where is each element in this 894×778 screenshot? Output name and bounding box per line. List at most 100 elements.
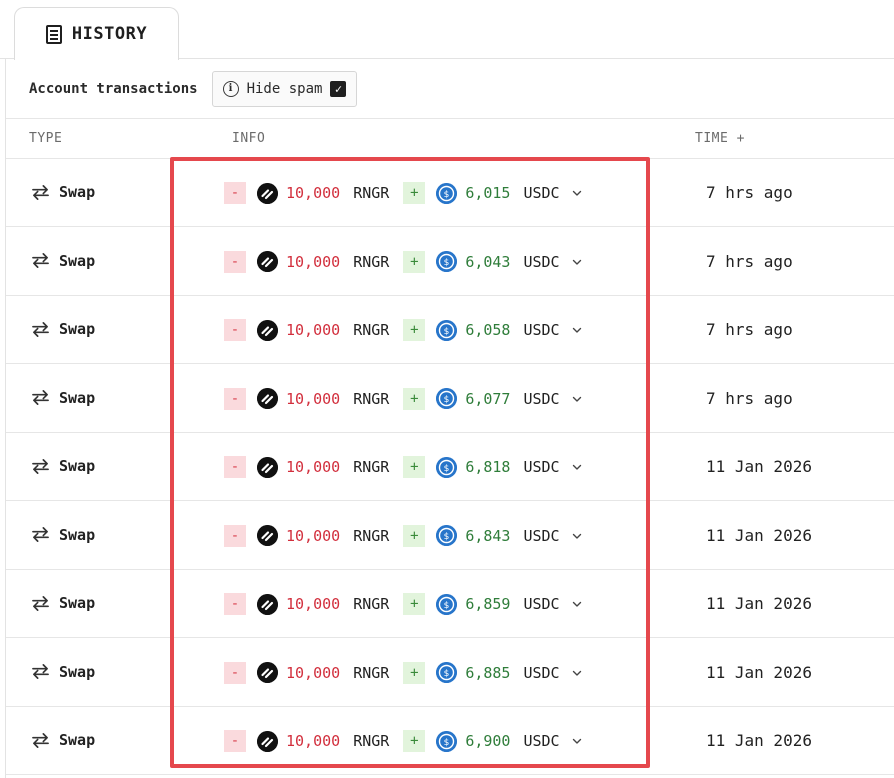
chevron-down-icon[interactable]: [572, 736, 582, 746]
usdc-token-icon: $: [436, 662, 458, 683]
received-amount: 6,015: [465, 184, 511, 202]
received-amount: 6,043: [465, 252, 511, 271]
svg-text:$: $: [444, 258, 450, 268]
sent-amount: 10,000: [286, 321, 341, 339]
received-sign-badge: +: [403, 319, 426, 341]
received-sign-badge: +: [403, 250, 426, 273]
info-cell: - 10,000 RNGR + $ 6,900 USDC: [224, 729, 582, 753]
type-label: Swap: [59, 251, 96, 270]
rngr-token-icon: [257, 251, 278, 272]
type-label: Swap: [59, 731, 96, 749]
received-amount: 6,859: [465, 595, 511, 613]
svg-text:$: $: [444, 601, 450, 611]
rngr-token-icon: [257, 388, 278, 409]
type-label: Swap: [59, 525, 96, 544]
chevron-down-icon[interactable]: [572, 668, 582, 678]
chevron-down-icon[interactable]: [572, 257, 582, 267]
sent-sign-badge: -: [224, 456, 246, 478]
rngr-token-icon: [257, 319, 278, 341]
filter-label: Account transactions: [29, 80, 198, 97]
time-cell: 7 hrs ago: [706, 251, 793, 271]
info-cell: - 10,000 RNGR + $ 6,077 USDC: [224, 387, 582, 411]
rngr-token-icon: [257, 662, 278, 683]
info-icon: i: [222, 80, 239, 97]
history-panel: Account transactions i Hide spam ✓ TYPE …: [5, 59, 894, 778]
rngr-token-icon: [257, 456, 278, 478]
hide-spam-label: Hide spam: [246, 80, 323, 97]
received-token: USDC: [523, 389, 560, 408]
sent-token: RNGR: [353, 321, 390, 339]
swap-icon: [32, 664, 49, 679]
chevron-down-icon[interactable]: [572, 462, 582, 472]
time-cell: 11 Jan 2026: [706, 731, 812, 750]
chevron-down-icon[interactable]: [572, 188, 582, 198]
type-label: Swap: [59, 388, 96, 407]
sent-token: RNGR: [353, 526, 390, 545]
sent-token: RNGR: [353, 663, 390, 682]
usdc-token-icon: $: [436, 456, 458, 478]
svg-text:$: $: [444, 738, 450, 748]
chevron-down-icon[interactable]: [572, 394, 582, 404]
rngr-token-icon: [257, 730, 278, 752]
svg-text:$: $: [444, 395, 450, 405]
time-cell: 11 Jan 2026: [706, 594, 812, 613]
hide-spam-checkbox[interactable]: ✓: [330, 80, 347, 97]
tab-history[interactable]: HISTORY: [14, 7, 179, 60]
received-amount: 6,900: [465, 732, 511, 750]
rngr-token-icon: [257, 525, 278, 546]
sent-amount: 10,000: [286, 184, 341, 202]
svg-text:$: $: [444, 669, 450, 679]
type-label: Swap: [59, 183, 96, 201]
sent-sign-badge: -: [224, 524, 246, 547]
table-row[interactable]: Swap - 10,000 RNGR + $ 6,077 USDC 7 hrs …: [6, 365, 894, 433]
time-cell: 11 Jan 2026: [706, 457, 812, 476]
received-sign-badge: +: [403, 182, 426, 204]
table-row[interactable]: Swap - 10,000 RNGR + $ 6,885 USDC 11 Jan…: [6, 639, 894, 707]
time-cell: 7 hrs ago: [706, 320, 793, 339]
type-cell: Swap: [31, 731, 95, 749]
table-row[interactable]: Swap - 10,000 RNGR + $ 6,058 USDC 7 hrs …: [6, 296, 894, 364]
sent-sign-badge: -: [224, 593, 246, 615]
swap-icon: [32, 595, 49, 611]
chevron-down-icon[interactable]: [572, 325, 582, 335]
type-cell: Swap: [31, 663, 95, 681]
info-cell: - 10,000 RNGR + $ 6,015 USDC: [224, 181, 582, 205]
usdc-token-icon: $: [436, 525, 458, 546]
type-cell: Swap: [31, 457, 95, 475]
chevron-down-icon[interactable]: [572, 531, 582, 541]
sent-amount: 10,000: [286, 458, 341, 476]
hide-spam-toggle[interactable]: i Hide spam ✓: [211, 70, 358, 107]
table-row[interactable]: Swap - 10,000 RNGR + $ 6,015 USDC 7 hrs …: [6, 159, 894, 227]
table-row[interactable]: Swap - 10,000 RNGR + $ 6,818 USDC 11 Jan…: [6, 433, 894, 501]
sent-token: RNGR: [353, 732, 390, 750]
chevron-down-icon[interactable]: [572, 599, 582, 609]
swap-icon: [32, 458, 49, 474]
usdc-token-icon: $: [436, 593, 458, 615]
column-time[interactable]: TIME +: [695, 131, 745, 146]
rngr-token-icon: [257, 593, 278, 615]
tab-bar: HISTORY: [0, 0, 894, 60]
type-label: Swap: [59, 662, 96, 681]
table-row[interactable]: Swap - 10,000 RNGR + $ 6,843 USDC 11 Jan…: [6, 502, 894, 570]
type-cell: Swap: [31, 389, 95, 407]
filter-bar: Account transactions i Hide spam ✓: [6, 59, 894, 119]
sent-sign-badge: -: [224, 661, 246, 684]
type-cell: Swap: [31, 252, 95, 270]
info-cell: - 10,000 RNGR + $ 6,859 USDC: [224, 592, 582, 616]
column-type: TYPE: [29, 131, 63, 146]
received-token: USDC: [523, 252, 560, 271]
type-label: Swap: [59, 457, 96, 475]
info-cell: - 10,000 RNGR + $ 6,843 USDC: [224, 524, 582, 548]
usdc-token-icon: $: [436, 182, 458, 204]
usdc-token-icon: $: [436, 251, 458, 272]
swap-icon: [32, 321, 49, 337]
table-header: TYPE INFO TIME +: [6, 119, 894, 159]
table-row[interactable]: Swap - 10,000 RNGR + $ 6,900 USDC 11 Jan…: [6, 707, 894, 775]
sent-sign-badge: -: [224, 250, 246, 273]
table-row[interactable]: Swap - 10,000 RNGR + $ 6,043 USDC 7 hrs …: [6, 228, 894, 296]
table-row[interactable]: Swap - 10,000 RNGR + $ 6,859 USDC 11 Jan…: [6, 570, 894, 638]
swap-icon: [32, 253, 49, 268]
sent-token: RNGR: [353, 252, 390, 271]
type-cell: Swap: [31, 594, 95, 612]
sent-amount: 10,000: [286, 732, 341, 750]
